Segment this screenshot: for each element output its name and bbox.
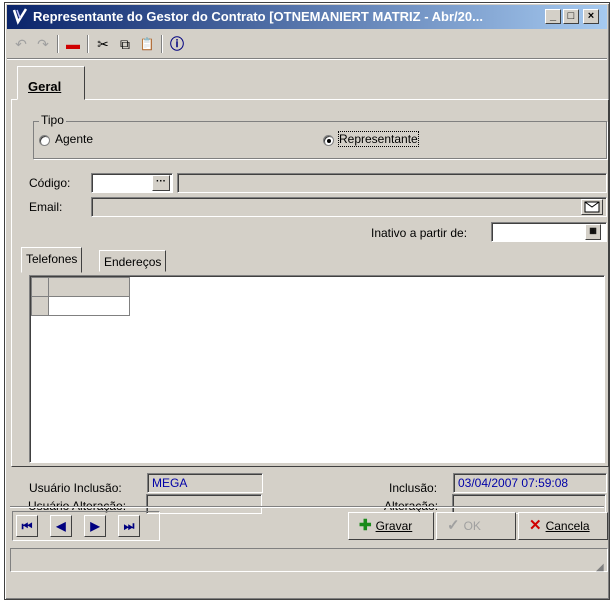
cancela-label: Cancela [545, 519, 590, 533]
inclusao-field: 03/04/2007 07:59:08 [453, 473, 607, 493]
tab-telefones[interactable]: Telefones [21, 247, 83, 273]
toolbar-separator [87, 35, 89, 53]
tab-enderecos-label: Endereços [104, 255, 162, 269]
ok-label: OK [463, 519, 481, 533]
codigo-label: Código: [29, 176, 71, 190]
radio-agente-label: Agente [55, 132, 94, 146]
prev-record-button[interactable]: ◀ [50, 515, 72, 537]
email-send-button[interactable] [581, 199, 603, 215]
copy-icon[interactable]: ⧉ [115, 34, 135, 54]
next-record-button[interactable]: ▶ [84, 515, 106, 537]
gravar-button[interactable]: ✚ Gravar [348, 512, 434, 540]
telefones-grid[interactable] [29, 275, 605, 463]
toolbar-separator [161, 35, 163, 53]
inativo-label: Inativo a partir de: [371, 226, 468, 240]
email-label: Email: [29, 200, 63, 214]
email-field[interactable] [91, 197, 607, 217]
undo-icon[interactable]: ↶ [11, 34, 31, 54]
envelope-icon [584, 201, 600, 213]
gravar-label: Gravar [375, 519, 413, 533]
tab-enderecos[interactable]: Endereços [99, 250, 167, 272]
usuario-inclusao-field: MEGA [147, 473, 263, 493]
codigo-lookup-button[interactable]: ··· [152, 175, 170, 191]
usuario-alteracao-field [146, 494, 262, 514]
grid-corner-cell [31, 277, 49, 297]
paste-icon[interactable]: 📋 [137, 34, 157, 54]
check-icon: ✓ [447, 517, 460, 534]
usuario-inclusao-label: Usuário Inclusão: [29, 481, 122, 495]
first-record-button[interactable]: ⏮ [16, 515, 38, 537]
grid-row-indicator[interactable] [31, 296, 49, 316]
x-icon: ✕ [529, 517, 542, 534]
radio-agente[interactable] [39, 135, 50, 146]
cancela-button[interactable]: ✕ Cancela [518, 512, 608, 540]
ok-button[interactable]: ✓ OK [436, 512, 516, 540]
last-record-button[interactable]: ⏭ [118, 515, 140, 537]
grid-data-cell[interactable] [48, 296, 130, 316]
maximize-button[interactable]: □ [563, 9, 579, 24]
tab-geral[interactable]: Geral [17, 66, 85, 100]
redo-icon[interactable]: ↷ [33, 34, 53, 54]
toolbar-separator [57, 35, 59, 53]
radio-representante[interactable] [323, 135, 334, 146]
calendar-icon[interactable]: ▦ [585, 224, 601, 240]
close-button[interactable]: × [583, 9, 599, 24]
tab-geral-label: Geral [28, 79, 62, 94]
cut-icon[interactable]: ✂ [93, 34, 113, 54]
info-icon[interactable]: ⓘ [167, 34, 187, 54]
plus-icon: ✚ [359, 517, 372, 534]
delete-icon[interactable]: ▬ [63, 34, 83, 54]
toolbar: ↶ ↷ ▬ ✂ ⧉ 📋 ⓘ [9, 32, 249, 56]
inclusao-label: Inclusão: [389, 481, 438, 495]
radio-representante-label: Representante [338, 131, 419, 147]
tab-telefones-label: Telefones [26, 252, 78, 266]
window-title: Representante do Gestor do Contrato [OTN… [33, 9, 483, 24]
tipo-group-label: Tipo [39, 113, 66, 127]
grid-header-cell[interactable] [48, 277, 130, 297]
tipo-group [33, 121, 607, 159]
minimize-button[interactable]: _ [545, 9, 561, 24]
codigo-description-field [177, 173, 607, 193]
alteracao-field [452, 494, 606, 514]
toolbar-divider [7, 58, 607, 60]
mega-app-icon [12, 8, 28, 25]
title-bar[interactable]: Representante do Gestor do Contrato [OTN… [7, 5, 607, 29]
